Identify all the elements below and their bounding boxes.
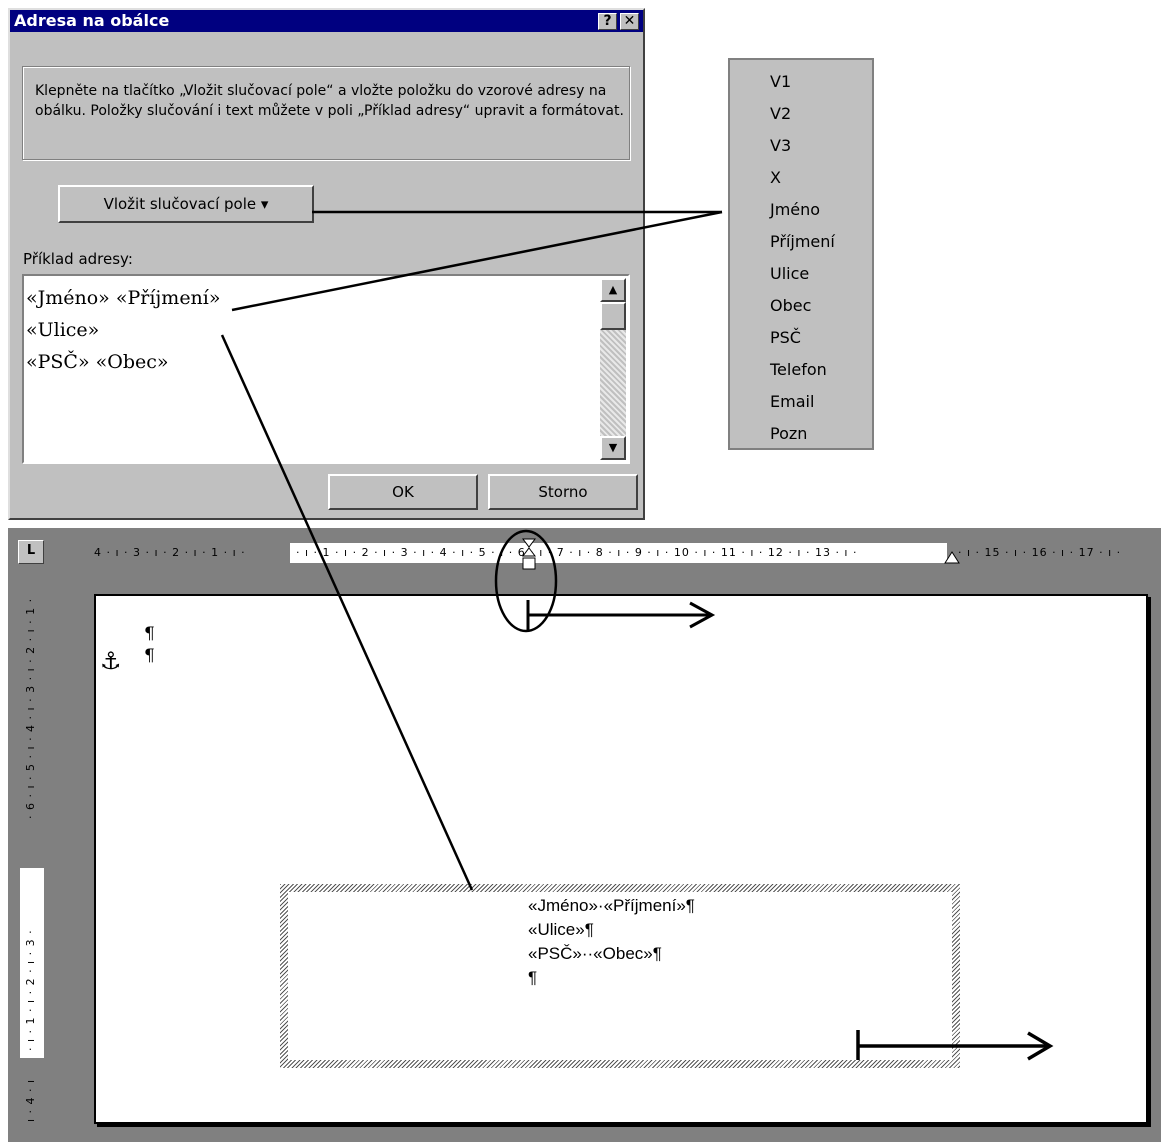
annotation-line (231, 210, 723, 312)
annotation-overlay (220, 210, 1054, 1061)
tab-arrow-icon (526, 600, 716, 630)
tab-arrow-icon (856, 1030, 1054, 1061)
annotation-line (220, 334, 474, 891)
